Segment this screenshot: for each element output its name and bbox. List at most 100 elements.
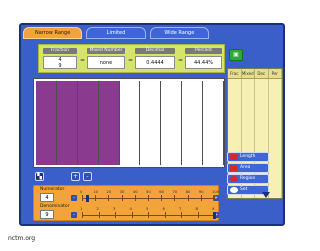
table-header: Frac Mixed Dec Per [228, 69, 282, 79]
fraction-model-canvas[interactable] [33, 78, 225, 168]
column-per: Per [269, 69, 282, 78]
ruler-label: 30 [119, 189, 125, 194]
ruler-tick [161, 195, 163, 201]
decimal-value: 0.4444 [135, 56, 175, 69]
ruler-tick [108, 195, 110, 201]
decimal-field: Decimal 0.4444 [135, 48, 175, 69]
denominator-decrement-button[interactable]: - [71, 212, 77, 218]
mixed-number-value: none [87, 56, 125, 69]
region-label: Region [240, 176, 256, 181]
ruler-label: 9 [212, 206, 215, 211]
denominator-input[interactable]: 9 [40, 210, 54, 219]
fraction-part[interactable] [56, 81, 78, 165]
tab-bar: Narrow Range Limited Wide Range [23, 27, 209, 39]
ruler-tick [174, 195, 176, 201]
fraction-field: Fraction 4 9 [43, 48, 77, 69]
tab-limited[interactable]: Limited [86, 27, 146, 39]
ruler-tick [214, 195, 215, 201]
ruler-tick [98, 212, 100, 218]
numerator-decrement-button[interactable]: - [71, 195, 77, 201]
add-part-button[interactable]: + [71, 172, 80, 181]
ruler-label: 5 [146, 206, 149, 211]
equals-sign: = [128, 57, 134, 64]
column-dec: Dec [255, 69, 269, 78]
region-icon [230, 176, 238, 182]
ruler-label: 7 [179, 206, 182, 211]
fraction-part[interactable] [203, 81, 224, 165]
slider-handle[interactable] [213, 212, 216, 219]
set-label: Set [240, 187, 248, 192]
ruler-label: 60 [159, 189, 165, 194]
column-mixed: Mixed [241, 69, 255, 78]
mixed-number-field: Mixed Number none [87, 48, 125, 69]
ruler-label: 80 [185, 189, 191, 194]
ruler-tick [187, 195, 189, 201]
ruler-tick [200, 195, 202, 201]
ruler-label: 8 [195, 206, 198, 211]
fraction-part[interactable] [182, 81, 204, 165]
ruler-label: 70 [172, 189, 178, 194]
region-mode-button[interactable]: Region [227, 174, 269, 184]
column-frac: Frac [228, 69, 242, 78]
ruler-tick [95, 195, 97, 201]
ruler-tick [115, 212, 116, 218]
ruler-tick [148, 212, 149, 218]
fraction-value: 4 9 [43, 56, 77, 69]
ruler-tick [148, 195, 149, 201]
ruler-label: 40 [132, 189, 138, 194]
numerator-label: Numerator [40, 187, 65, 192]
fraction-label: Fraction [43, 48, 77, 54]
triangle-down-icon[interactable] [262, 192, 270, 198]
fraction-denominator: 9 [58, 62, 62, 69]
model-controls: ▚ + - [33, 170, 225, 184]
numerator-slider[interactable]: 0 10 20 30 40 50 60 70 80 90 100 [80, 189, 219, 202]
set-icon [230, 187, 238, 193]
tab-narrow-range[interactable]: Narrow Range [23, 27, 83, 39]
equals-sign: = [178, 57, 184, 64]
ruler-tick [181, 212, 182, 218]
length-label: Length [240, 154, 256, 159]
ruler-label: 6 [162, 206, 165, 211]
ruler-label: 3 [113, 206, 116, 211]
ruler-tick [121, 195, 123, 201]
ruler-tick [82, 212, 83, 218]
decimal-label: Decimal [135, 48, 175, 54]
percent-value: 44.44% [185, 56, 222, 69]
fraction-part[interactable] [77, 81, 99, 165]
percent-field: Percent 44.44% [185, 48, 222, 69]
ruler-label: 50 [146, 189, 151, 194]
ruler-label: 10 [93, 189, 99, 194]
fraction-part[interactable] [140, 81, 162, 165]
ruler-tick [134, 195, 136, 201]
equals-sign: = [80, 57, 86, 64]
ruler-label: 0 [80, 189, 83, 194]
ruler-label: 100 [212, 189, 220, 194]
ruler-tick [197, 212, 199, 218]
area-icon [230, 165, 238, 171]
ruler-tick [164, 212, 166, 218]
mixed-number-label: Mixed Number [87, 48, 125, 54]
slider-handle[interactable] [86, 195, 90, 202]
area-mode-button[interactable]: Area [227, 163, 269, 173]
fraction-part[interactable] [120, 81, 141, 165]
fraction-part[interactable] [36, 81, 57, 165]
ruler-label: 1 [80, 206, 83, 211]
remove-part-button[interactable]: - [83, 172, 92, 181]
ruler-tick [82, 195, 83, 201]
fraction-part[interactable] [161, 81, 183, 165]
ruler-label: 90 [198, 189, 204, 194]
camera-icon[interactable]: ▣ [229, 49, 243, 61]
ruler-label: 20 [106, 189, 112, 194]
representation-panel: Fraction 4 9 = Mixed Number none = Decim… [38, 44, 225, 73]
length-mode-button[interactable]: Length [227, 152, 269, 162]
numerator-input[interactable]: 4 [40, 193, 54, 202]
tab-wide-range[interactable]: Wide Range [149, 27, 209, 39]
percent-label: Percent [185, 48, 222, 54]
ruler-tick [131, 212, 133, 218]
fraction-part[interactable] [98, 81, 120, 165]
grid-toggle-icon[interactable]: ▚ [35, 172, 44, 181]
app-window: Narrow Range Limited Wide Range ▣ Fracti… [19, 23, 285, 226]
area-label: Area [240, 165, 251, 170]
input-panel: Numerator 4 - + 0 10 20 30 40 50 60 70 80 90 100 D… [33, 185, 219, 221]
denominator-slider[interactable]: 1 2 3 4 5 6 7 8 9 [80, 206, 216, 219]
